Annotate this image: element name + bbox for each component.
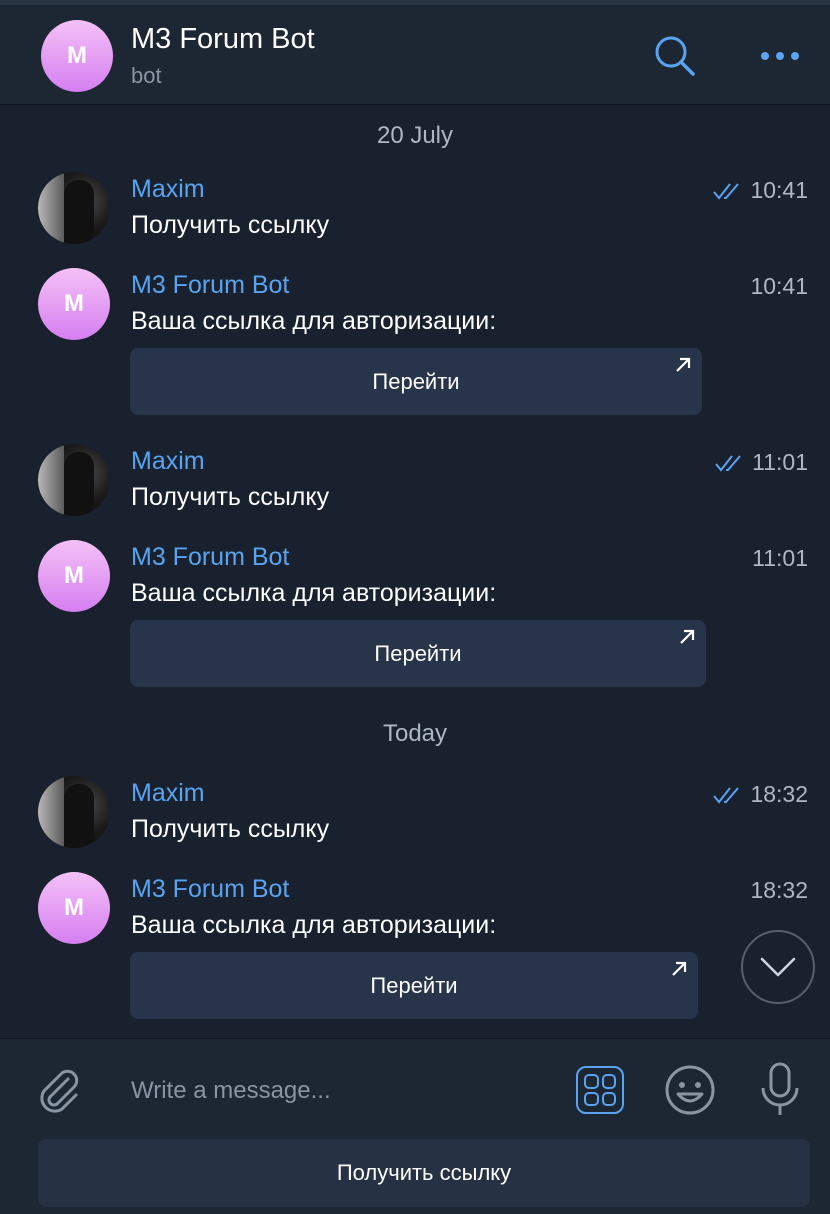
reply-keyboard-button[interactable]: Получить ссылку [38, 1139, 810, 1207]
inline-button-label: Перейти [372, 368, 460, 394]
message-time: 11:01 [752, 545, 808, 572]
message-text: Ваша ссылка для авторизации: [131, 579, 497, 607]
message-time: 18:32 [712, 781, 808, 808]
sender-name[interactable]: M3 Forum Bot [131, 543, 289, 572]
time-label: 18:32 [750, 877, 808, 903]
paperclip-icon [40, 1069, 79, 1113]
attach-button[interactable] [34, 1065, 84, 1115]
time-label: 18:32 [750, 781, 808, 807]
time-label: 11:01 [752, 545, 808, 571]
message-text: Ваша ссылка для авторизации: [131, 307, 497, 335]
sender-name[interactable]: Maxim [131, 175, 205, 204]
bot-avatar[interactable]: M [38, 540, 110, 612]
bot-avatar[interactable]: M [38, 268, 110, 340]
message-time: 10:41 [712, 177, 808, 204]
external-link-arrow-icon [676, 357, 691, 372]
chat-title[interactable]: M3 Forum Bot [131, 23, 315, 56]
user-avatar[interactable] [38, 444, 110, 516]
inline-button-label: Перейти [370, 972, 458, 998]
inline-url-button[interactable]: Перейти [130, 348, 702, 415]
message-text: Получить ссылку [131, 483, 330, 511]
message-input[interactable] [131, 1069, 551, 1113]
search-button[interactable] [648, 29, 702, 83]
external-link-arrow-icon [672, 961, 687, 976]
bot-avatar[interactable]: M [38, 872, 110, 944]
double-check-icon [713, 182, 740, 200]
bot-keyboard-icon [584, 1074, 599, 1089]
inline-button-label: Перейти [374, 640, 462, 666]
message-text: Получить ссылку [131, 211, 330, 239]
chat-header: M M3 Forum Bot bot [0, 5, 830, 105]
message-time: 10:41 [750, 273, 808, 300]
inline-url-button[interactable]: Перейти [130, 952, 698, 1019]
microphone-icon [761, 1062, 799, 1115]
sender-name[interactable]: Maxim [131, 447, 205, 476]
user-avatar[interactable] [38, 172, 110, 244]
external-link-arrow-icon [680, 629, 695, 644]
sender-name[interactable]: M3 Forum Bot [131, 271, 289, 300]
double-check-icon [715, 454, 741, 472]
double-check-icon [713, 786, 740, 804]
message-time: 18:32 [750, 877, 808, 904]
time-label: 11:01 [752, 449, 808, 475]
date-separator: 20 July [376, 122, 454, 149]
more-button[interactable] [752, 33, 808, 79]
emoji-button[interactable] [664, 1064, 716, 1116]
more-dots-icon [761, 52, 799, 60]
time-label: 10:41 [750, 177, 808, 203]
scroll-to-bottom-button[interactable] [741, 930, 815, 1004]
bot-keyboard-button[interactable] [576, 1066, 624, 1114]
chevron-down-icon [760, 957, 796, 977]
message-text: Получить ссылку [131, 815, 330, 843]
time-label: 10:41 [750, 273, 808, 299]
date-separator: Today [382, 720, 448, 747]
sender-name[interactable]: M3 Forum Bot [131, 875, 289, 904]
search-icon [655, 36, 695, 76]
message-composer: Получить ссылку [0, 1038, 830, 1214]
bot-avatar[interactable]: M [41, 20, 113, 92]
emoji-icon [665, 1065, 715, 1115]
chat-subtitle: bot [131, 63, 162, 88]
message-time: 11:01 [714, 449, 808, 476]
sender-name[interactable]: Maxim [131, 779, 205, 808]
inline-url-button[interactable]: Перейти [130, 620, 706, 687]
voice-message-button[interactable] [757, 1061, 803, 1119]
message-text: Ваша ссылка для авторизации: [131, 911, 497, 939]
user-avatar[interactable] [38, 776, 110, 848]
